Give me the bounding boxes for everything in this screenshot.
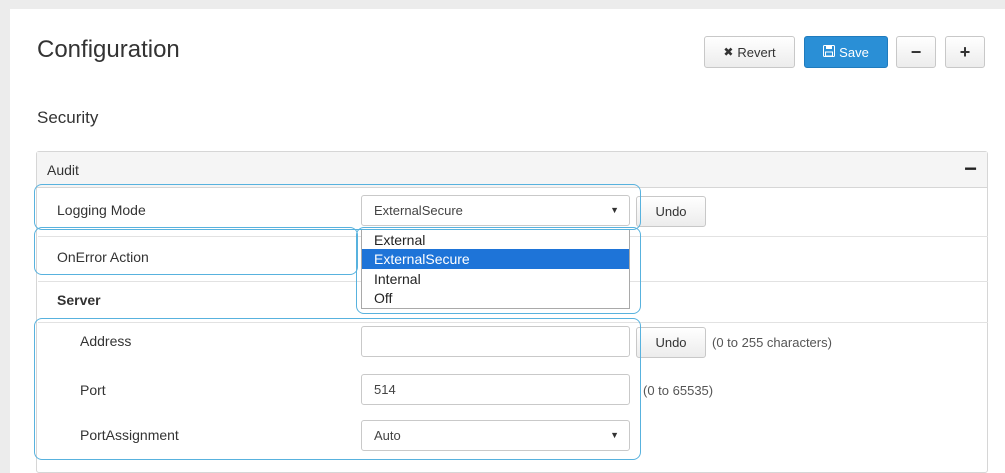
section-title: Security	[37, 108, 99, 127]
port-assignment-select[interactable]: Auto ▼	[361, 420, 630, 451]
port-label: Port	[80, 382, 106, 398]
address-hint: (0 to 255 characters)	[712, 335, 832, 350]
floppy-disk-icon	[823, 44, 836, 60]
chevron-down-icon: ▼	[610, 205, 619, 215]
save-button[interactable]: Save	[804, 36, 888, 68]
close-icon: ✖	[723, 45, 734, 59]
dropdown-option-off[interactable]: Off	[362, 288, 629, 308]
audit-panel-header[interactable]: Audit −	[37, 152, 987, 188]
logging-mode-dropdown: External ExternalSecure Internal Off	[361, 229, 630, 309]
address-undo-button[interactable]: Undo	[636, 327, 706, 358]
port-assignment-label: PortAssignment	[80, 427, 179, 443]
address-input[interactable]	[361, 326, 630, 357]
server-label: Server	[57, 292, 101, 308]
dropdown-option-external[interactable]: External	[362, 230, 629, 250]
dropdown-option-internal[interactable]: Internal	[362, 269, 629, 289]
logging-mode-value: ExternalSecure	[374, 203, 463, 218]
chevron-down-icon: ▼	[610, 430, 619, 440]
panel-title: Audit	[47, 162, 79, 178]
address-label: Address	[80, 333, 132, 349]
dropdown-option-externalsecure[interactable]: ExternalSecure	[362, 249, 629, 269]
onerror-action-label: OnError Action	[57, 249, 149, 265]
port-value: 514	[374, 382, 396, 397]
save-label: Save	[839, 44, 869, 60]
logging-mode-undo-button[interactable]: Undo	[636, 196, 706, 227]
revert-button[interactable]: ✖ Revert	[704, 36, 795, 68]
collapse-icon[interactable]: −	[964, 156, 977, 182]
left-border	[0, 9, 10, 473]
top-border	[0, 0, 1005, 9]
port-assignment-value: Auto	[374, 428, 401, 443]
logging-mode-label: Logging Mode	[57, 202, 146, 218]
logging-mode-select[interactable]: ExternalSecure ▼	[361, 195, 630, 226]
collapse-all-button[interactable]: −	[896, 36, 936, 68]
expand-all-button[interactable]: +	[945, 36, 985, 68]
revert-label: Revert	[737, 44, 776, 60]
page-title: Configuration	[37, 36, 180, 63]
port-input[interactable]: 514	[361, 374, 630, 405]
row-divider	[38, 322, 988, 323]
port-hint: (0 to 65535)	[643, 383, 714, 398]
